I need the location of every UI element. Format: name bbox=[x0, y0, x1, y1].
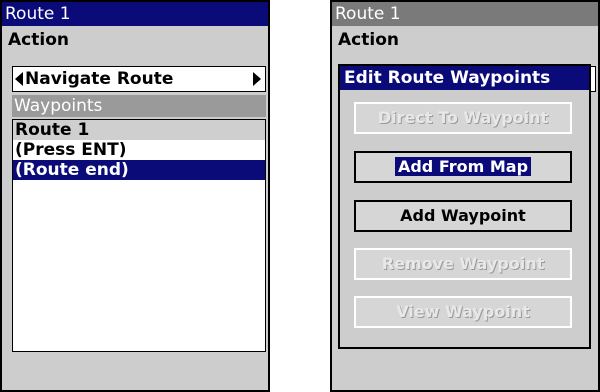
waypoints-header: Waypoints bbox=[12, 95, 266, 117]
list-item[interactable]: (Route end) bbox=[13, 160, 265, 180]
screen-title: Route 1 bbox=[332, 2, 598, 26]
view-waypoint-button[interactable]: View Waypoint bbox=[354, 296, 572, 328]
action-value: Navigate Route bbox=[25, 69, 174, 89]
button-label: Add Waypoint bbox=[400, 206, 526, 225]
direct-to-waypoint-button[interactable]: Direct To Waypoint bbox=[354, 102, 572, 134]
dialog-title: Edit Route Waypoints bbox=[340, 66, 589, 90]
button-label: Remove Waypoint bbox=[381, 254, 545, 273]
button-label: View Waypoint bbox=[396, 302, 530, 321]
list-item[interactable]: Route 1 bbox=[13, 120, 265, 140]
route-screen: Route 1 Action Navigate Route Waypoints … bbox=[0, 0, 270, 392]
action-label: Action bbox=[338, 30, 399, 50]
arrow-left-icon[interactable] bbox=[15, 72, 23, 86]
arrow-right-icon[interactable] bbox=[253, 72, 261, 86]
route-screen-dialog: Route 1 Action Edit Route Waypoints Dire… bbox=[330, 0, 600, 392]
add-waypoint-button[interactable]: Add Waypoint bbox=[354, 200, 572, 232]
action-selector[interactable]: Navigate Route bbox=[12, 66, 266, 92]
list-item[interactable]: (Press ENT) bbox=[13, 140, 265, 160]
button-label: Direct To Waypoint bbox=[377, 108, 549, 127]
screen-title: Route 1 bbox=[2, 2, 268, 26]
waypoints-list[interactable]: Route 1 (Press ENT) (Route end) bbox=[12, 119, 266, 352]
action-label: Action bbox=[8, 30, 69, 50]
remove-waypoint-button[interactable]: Remove Waypoint bbox=[354, 248, 572, 280]
edit-route-waypoints-dialog: Edit Route Waypoints Direct To Waypoint … bbox=[338, 64, 591, 349]
button-label: Add From Map bbox=[394, 157, 532, 176]
add-from-map-button[interactable]: Add From Map bbox=[354, 151, 572, 183]
